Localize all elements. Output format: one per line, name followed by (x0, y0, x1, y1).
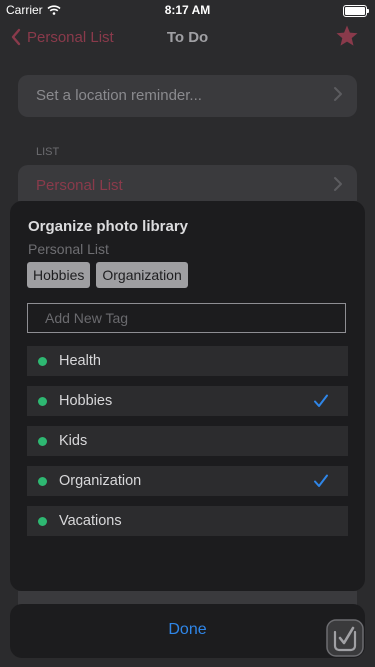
tag-label: Vacations (59, 513, 122, 529)
chevron-right-icon (334, 87, 342, 101)
done-bar: Done (10, 604, 365, 658)
tag-label: Hobbies (59, 393, 113, 409)
tag-row-organization[interactable]: Organization (27, 466, 348, 496)
location-reminder-row[interactable]: Set a location reminder... (18, 75, 357, 117)
selected-tag-chip[interactable]: Organization (96, 262, 188, 288)
tag-label: Kids (59, 433, 88, 449)
location-reminder-label: Set a location reminder... (36, 87, 202, 104)
section-label-list: LIST (36, 146, 60, 158)
tag-list: Health Hobbies Kids Organization Vacatio… (27, 346, 348, 546)
app-logo-icon (326, 619, 364, 657)
tag-sheet: Organize photo library Personal List Hob… (10, 201, 365, 591)
status-bar: Carrier 8:17 AM (0, 0, 375, 20)
tag-row-vacations[interactable]: Vacations (27, 506, 348, 536)
task-title: Organize photo library (28, 218, 189, 235)
tag-row-health[interactable]: Health (27, 346, 348, 376)
tag-color-dot (38, 477, 47, 486)
tag-label: Organization (59, 473, 142, 489)
tag-color-dot (38, 357, 47, 366)
star-icon (336, 25, 358, 46)
status-time: 8:17 AM (164, 3, 211, 17)
chevron-right-icon (334, 177, 342, 191)
tag-label: Health (59, 353, 101, 369)
tag-row-hobbies[interactable]: Hobbies (27, 386, 348, 416)
checkmark-icon (314, 394, 328, 407)
star-button[interactable] (335, 24, 359, 53)
task-list-name: Personal List (28, 241, 109, 257)
tag-color-dot (38, 517, 47, 526)
tag-row-kids[interactable]: Kids (27, 426, 348, 456)
done-button[interactable]: Done (10, 621, 365, 639)
battery-icon (343, 5, 369, 17)
selected-tags: Hobbies Organization (27, 262, 188, 288)
list-row[interactable]: Personal List (18, 165, 357, 201)
navigation-bar: Personal List To Do (0, 20, 375, 58)
tag-color-dot (38, 437, 47, 446)
page-title: To Do (166, 29, 209, 46)
selected-tag-chip[interactable]: Hobbies (27, 262, 91, 288)
list-name: Personal List (36, 177, 123, 194)
add-tag-input[interactable] (27, 303, 346, 333)
checkmark-icon (314, 474, 328, 487)
tag-color-dot (38, 397, 47, 406)
